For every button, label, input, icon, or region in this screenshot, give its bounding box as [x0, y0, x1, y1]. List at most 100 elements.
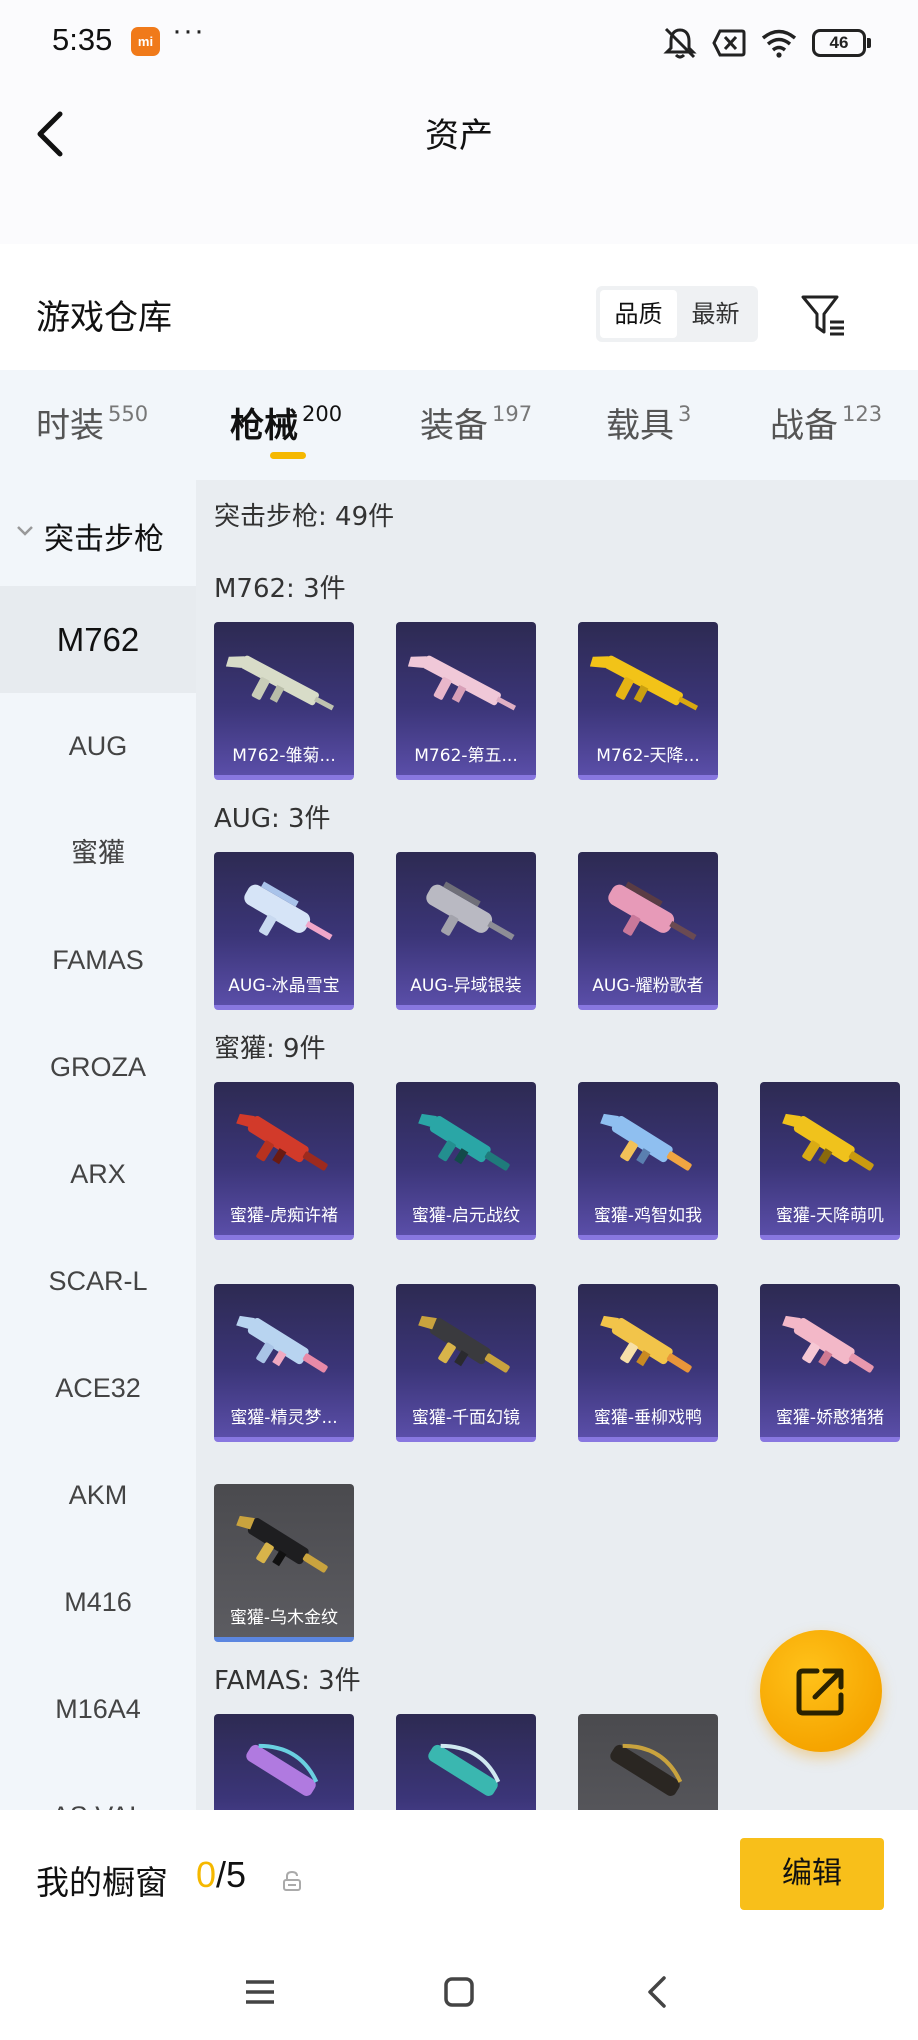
sort-quality-button[interactable]: 品质 [600, 290, 677, 338]
rifle-icon [236, 1515, 328, 1573]
skin-card[interactable]: 蜜獾-鸡智如我 [578, 1082, 718, 1240]
skin-card[interactable]: 蜜獾-娇憨猪猪 [760, 1284, 900, 1442]
rifle-icon [244, 881, 333, 941]
status-icons: 46 [662, 26, 871, 60]
category-total: 突击步枪: 49件 [214, 502, 395, 532]
warehouse-title: 游戏仓库 [36, 298, 172, 338]
showcase-separator: / [216, 1854, 227, 1895]
active-tab-indicator [270, 452, 306, 459]
skin-name: 蜜獾-天降萌叽 [775, 1206, 885, 1226]
sidebar-item-honey-badger[interactable]: 蜜獾 [0, 800, 196, 907]
share-external-icon [796, 1668, 844, 1716]
skin-card[interactable]: 蜜獾-虎痴许褚 [214, 1082, 354, 1240]
tab-count: 3 [678, 402, 692, 426]
sidebar-item-as-val[interactable]: AS VAL [0, 1763, 196, 1810]
sidebar-category-header[interactable]: 突击步枪 [0, 480, 196, 586]
rifle-icon [428, 1743, 501, 1796]
back-icon[interactable] [638, 1972, 678, 2012]
skin-name: 蜜獾-虎痴许褚 [229, 1206, 339, 1226]
skin-name: 蜜獾-千面幻镜 [411, 1408, 521, 1428]
skin-name: AUG-冰晶雪宝 [228, 976, 340, 996]
status-bar: 5:35 mi ··· 46 [0, 0, 918, 84]
skin-name: M762-第五... [414, 746, 518, 766]
sort-toggle: 品质 最新 [596, 286, 758, 342]
sidebar-item-scar-l[interactable]: SCAR-L [0, 1228, 196, 1335]
system-nav-bar [0, 1942, 918, 2040]
skin-card[interactable]: AUG-冰晶雪宝 [214, 852, 354, 1010]
sidebar-item-akm[interactable]: AKM [0, 1442, 196, 1549]
sidebar-item-aug[interactable]: AUG [0, 693, 196, 800]
rifle-icon [600, 1315, 692, 1373]
tab-label: 战备 [770, 406, 838, 446]
weapon-sidebar: 突击步枪 M762 AUG 蜜獾 FAMAS GROZA ARX SCAR-L … [0, 480, 196, 1810]
rifle-icon [226, 655, 335, 711]
tab-supplies[interactable]: 战备 123 [770, 398, 882, 447]
filter-icon[interactable] [800, 292, 848, 340]
tab-count: 197 [492, 402, 533, 426]
sidebar-item-famas[interactable]: FAMAS [0, 907, 196, 1014]
skin-card[interactable]: M762-天降... [578, 622, 718, 780]
rifle-icon [590, 655, 699, 711]
sidebar-item-m762[interactable]: M762 [0, 586, 196, 693]
skin-card[interactable]: AUG-异域银装 [396, 852, 536, 1010]
skin-card[interactable] [578, 1714, 718, 1810]
rifle-icon [236, 1315, 328, 1373]
skin-card[interactable]: 蜜獾-千面幻镜 [396, 1284, 536, 1442]
warehouse-bar: 游戏仓库 品质 最新 [0, 244, 918, 370]
skin-card[interactable] [396, 1714, 536, 1810]
skin-name: 蜜獾-精灵梦... [230, 1408, 338, 1428]
showcase-label: 我的橱窗 [36, 1863, 168, 1902]
tab-label: 时装 [36, 406, 104, 446]
skin-card[interactable]: 蜜獾-垂柳戏鸭 [578, 1284, 718, 1442]
wifi-icon [761, 29, 797, 58]
skin-name: 蜜獾-乌木金纹 [229, 1608, 339, 1628]
rifle-icon [236, 1113, 328, 1171]
menu-icon[interactable] [240, 1972, 280, 2012]
tab-label: 装备 [420, 406, 488, 446]
skin-card[interactable] [214, 1714, 354, 1810]
showcase-total: 5 [226, 1854, 247, 1895]
skin-card[interactable]: AUG-耀粉歌者 [578, 852, 718, 1010]
sidebar-item-m416[interactable]: M416 [0, 1549, 196, 1656]
sidebar-item-arx[interactable]: ARX [0, 1121, 196, 1228]
rifle-icon [418, 1315, 510, 1373]
tab-count: 550 [108, 402, 149, 426]
skin-card[interactable]: M762-雏菊... [214, 622, 354, 780]
tab-vehicles[interactable]: 载具 3 [606, 398, 691, 447]
home-square-icon[interactable] [439, 1972, 479, 2012]
group-title: FAMAS: 3件 [214, 1666, 361, 1696]
tab-fashion[interactable]: 时装 550 [36, 398, 148, 447]
skin-card[interactable]: 蜜獾-精灵梦... [214, 1284, 354, 1442]
tab-equipment[interactable]: 装备 197 [420, 398, 532, 447]
chevron-down-icon [17, 526, 33, 536]
skin-card[interactable]: 蜜獾-启元战纹 [396, 1082, 536, 1240]
showcase-count: 0/5 [196, 1854, 246, 1896]
skin-card[interactable]: 蜜獾-天降萌叽 [760, 1082, 900, 1240]
sidebar-item-ace32[interactable]: ACE32 [0, 1335, 196, 1442]
group-title: AUG: 3件 [214, 804, 331, 834]
sidebar-item-m16a4[interactable]: M16A4 [0, 1656, 196, 1763]
rifle-icon [782, 1113, 874, 1171]
status-time: 5:35 [52, 22, 113, 57]
tab-count: 123 [842, 402, 883, 426]
edit-button[interactable]: 编辑 [740, 1838, 884, 1910]
skin-card[interactable]: M762-第五... [396, 622, 536, 780]
group-title: 蜜獾: 9件 [214, 1034, 326, 1064]
battery-icon: 46 [812, 29, 871, 57]
more-notifications-icon: ··· [172, 14, 205, 47]
mi-app-icon: mi [131, 27, 160, 56]
group-title: M762: 3件 [214, 574, 346, 604]
skin-name: M762-天降... [596, 746, 700, 766]
skin-name: M762-雏菊... [232, 746, 336, 766]
skin-name: 蜜獾-垂柳戏鸭 [593, 1408, 703, 1428]
skin-name: 蜜獾-鸡智如我 [593, 1206, 703, 1226]
sidebar-item-groza[interactable]: GROZA [0, 1014, 196, 1121]
skin-card[interactable]: 蜜獾-乌木金纹 [214, 1484, 354, 1642]
sidebar-category-label: 突击步枪 [44, 522, 164, 557]
rifle-icon [426, 881, 515, 941]
tab-firearms[interactable]: 枪械 200 [230, 398, 342, 447]
rifle-icon [610, 1743, 683, 1796]
showcase-current: 0 [196, 1854, 217, 1895]
share-button[interactable] [760, 1630, 882, 1752]
sort-newest-button[interactable]: 最新 [677, 290, 754, 338]
